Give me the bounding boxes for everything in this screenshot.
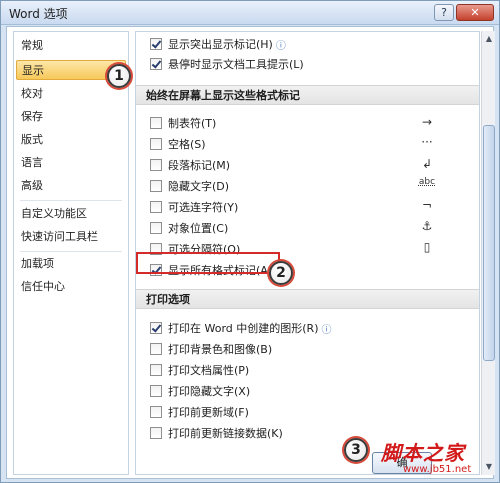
word-options-dialog: Word 选项 ? ✕ 常规 显示 校对 保存 版式 语言 高级 自定义功能区 … [0,0,500,483]
window-title: Word 选项 [9,7,68,21]
sidebar-item-general[interactable]: 常规 [16,36,126,56]
checkbox[interactable] [150,117,162,129]
checkbox[interactable] [150,343,162,355]
sidebar-item-quick-access-toolbar[interactable]: 快速访问工具栏 [16,227,126,247]
watermark-brand: 脚本之家 [381,441,465,465]
tab-arrow-icon: → [421,115,433,129]
option-tab-characters[interactable]: 制表符(T) [150,114,216,132]
option-print-drawings[interactable]: 打印在 Word 中创建的图形(R) ⓘ [150,319,332,337]
option-paragraph-marks[interactable]: 段落标记(M) [150,156,230,174]
help-button[interactable]: ? [434,4,454,21]
option-show-document-tooltips[interactable]: 悬停时显示文档工具提示(L) [150,55,304,73]
scroll-up-icon[interactable]: ▲ [482,31,496,47]
option-show-highlighter-marks[interactable]: 显示突出显示标记(H) ⓘ [150,35,286,53]
watermark: 脚本之家 www.jb51.net [381,437,497,481]
callout-2: 2 [269,261,293,285]
optional-break-icon: ▯ [423,240,431,254]
sidebar-item-proofing[interactable]: 校对 [16,84,126,104]
scroll-thumb[interactable] [483,125,495,361]
content-scrollbar[interactable]: ▲ ▼ [481,31,495,475]
checkbox[interactable] [150,364,162,376]
callout-1: 1 [107,64,131,88]
sidebar-item-language[interactable]: 语言 [16,153,126,173]
sidebar-item-advanced[interactable]: 高级 [16,176,126,196]
checkbox[interactable] [150,322,162,334]
sidebar-divider [20,200,122,201]
checkbox[interactable] [150,201,162,213]
sidebar-item-layout[interactable]: 版式 [16,130,126,150]
title-bar: Word 选项 ? ✕ [1,1,499,25]
sidebar-item-add-ins[interactable]: 加载项 [16,254,126,274]
checkbox[interactable] [150,180,162,192]
watermark-url: www.jb51.net [403,464,472,475]
option-hidden-text[interactable]: 隐藏文字(D) [150,177,229,195]
checkbox[interactable] [150,159,162,171]
option-print-background[interactable]: 打印背景色和图像(B) [150,340,272,358]
callout-3: 3 [344,438,368,462]
info-icon: ⓘ [321,324,332,336]
sidebar-divider [20,251,122,252]
annotation-highlight-box [136,252,280,274]
hidden-text-icon: abc [418,177,436,187]
option-spaces[interactable]: 空格(S) [150,135,206,153]
option-print-hidden-text[interactable]: 打印隐藏文字(X) [150,382,250,400]
checkbox[interactable] [150,406,162,418]
sidebar-item-trust-center[interactable]: 信任中心 [16,277,126,297]
option-optional-hyphens[interactable]: 可选连字符(Y) [150,198,238,216]
option-print-document-properties[interactable]: 打印文档属性(P) [150,361,249,379]
info-icon: ⓘ [275,40,286,52]
paragraph-mark-icon: ↲ [421,157,433,171]
checkbox[interactable] [150,38,162,50]
close-button[interactable]: ✕ [456,4,494,21]
anchor-icon: ⚓ [421,219,433,233]
space-dots-icon: ··· [421,135,433,149]
checkbox[interactable] [150,427,162,439]
sidebar-item-customize-ribbon[interactable]: 自定义功能区 [16,204,126,224]
options-sidebar: 常规 显示 校对 保存 版式 语言 高级 自定义功能区 快速访问工具栏 加载项 … [13,31,129,475]
checkbox[interactable] [150,138,162,150]
checkbox[interactable] [150,385,162,397]
section-formatting-marks: 始终在屏幕上显示这些格式标记 [136,85,479,105]
checkbox[interactable] [150,222,162,234]
optional-hyphen-icon: ¬ [421,198,433,212]
option-object-anchors[interactable]: 对象位置(C) [150,219,228,237]
sidebar-item-save[interactable]: 保存 [16,107,126,127]
option-update-linked-data-before-print[interactable]: 打印前更新链接数据(K) [150,424,283,442]
option-update-fields-before-print[interactable]: 打印前更新域(F) [150,403,249,421]
section-print-options: 打印选项 [136,289,479,309]
checkbox[interactable] [150,58,162,70]
